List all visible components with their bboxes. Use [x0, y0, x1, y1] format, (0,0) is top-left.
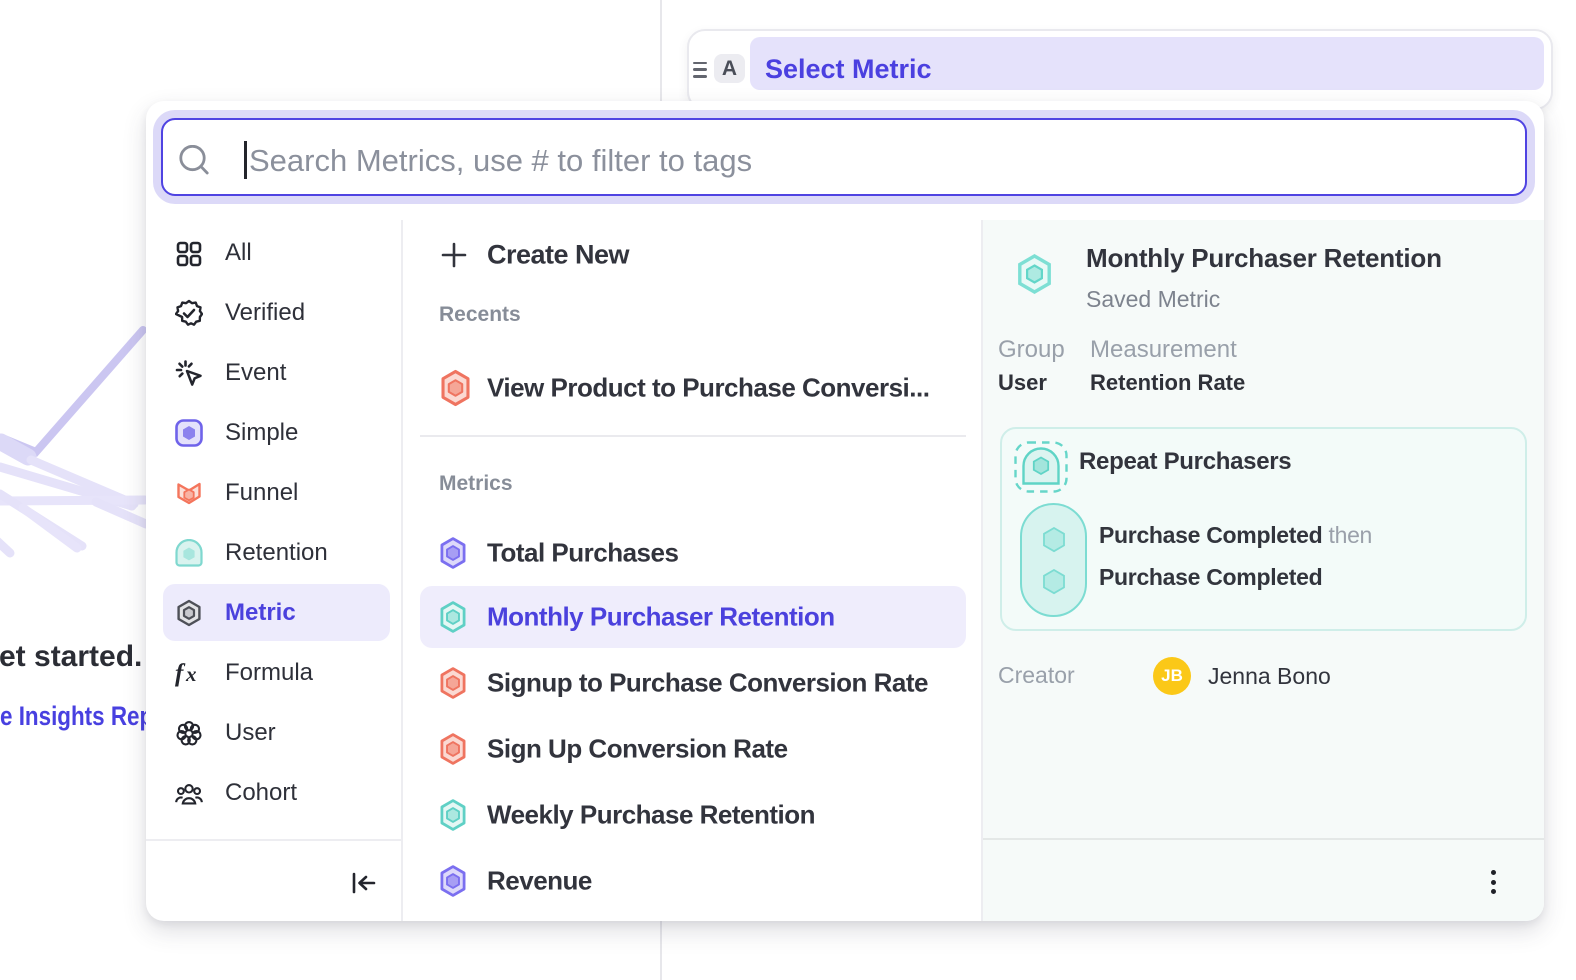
svg-text:f: f	[175, 660, 186, 687]
svg-text:x: x	[185, 662, 197, 686]
